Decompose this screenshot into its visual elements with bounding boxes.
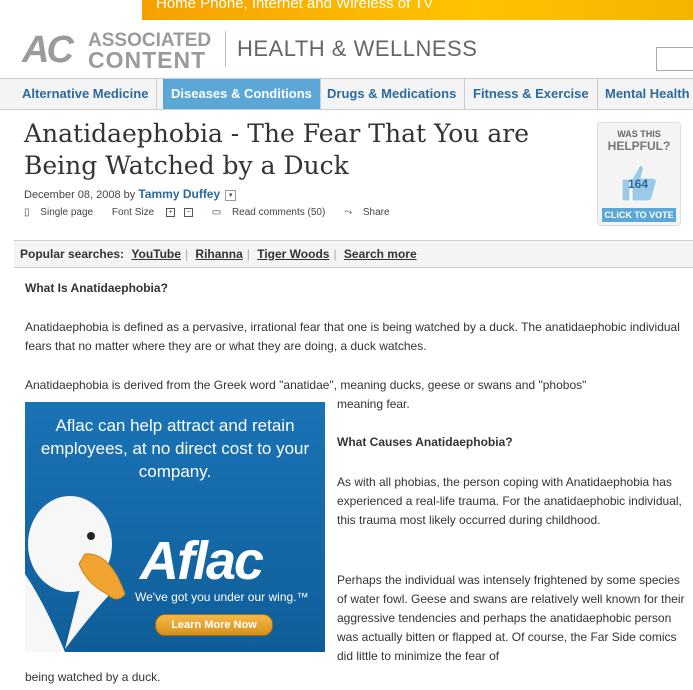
search-input[interactable] <box>656 47 693 71</box>
article-tools: ▯ Single page Font Size + − ▭ Read commen… <box>24 207 406 218</box>
section-heading-what-is: What Is Anatidaephobia? <box>25 281 168 295</box>
aflac-logo: Aflac <box>140 531 264 591</box>
top-banner-ad[interactable]: Home Phone, Internet and Wireless of TV <box>0 0 693 20</box>
font-size-label: Font Size <box>111 207 155 218</box>
paragraph-waterfowl-end: being watched by a duck. <box>25 670 161 684</box>
section-heading-causes: What Causes Anatidaephobia? <box>337 435 513 449</box>
nav-alternative-medicine[interactable]: Alternative Medicine <box>14 79 158 109</box>
separator: | <box>333 247 337 261</box>
read-comments-label: Read comments (50) <box>231 207 326 218</box>
popular-link-tiger-woods[interactable]: Tiger Woods <box>257 247 329 261</box>
nav-drugs-medications[interactable]: Drugs & Medications <box>319 79 466 109</box>
font-decrease-icon[interactable]: − <box>183 207 193 217</box>
header-divider <box>225 31 226 67</box>
font-size-control: Font Size + − <box>112 207 201 218</box>
separator: | <box>246 247 250 261</box>
vote-question-line1: WAS THIS <box>617 129 661 139</box>
article-date: December 08, 2008 by <box>24 189 136 201</box>
duck-illustration <box>25 496 126 652</box>
popular-link-youtube[interactable]: YouTube <box>131 247 181 261</box>
popular-searches-bar: Popular searches: YouTube | Rihanna | Tige… <box>14 240 693 268</box>
comment-icon: ▭ <box>211 207 222 218</box>
paragraph-etymology: Anatidaephobia is derived from the Greek… <box>25 378 587 392</box>
ad-tagline: We've got you under our wing.™ <box>135 590 309 604</box>
top-ad-text[interactable]: Home Phone, Internet and Wireless of TV <box>156 0 433 12</box>
read-comments-link[interactable]: ▭ Read comments (50) <box>212 207 334 218</box>
click-to-vote-button[interactable]: CLICK TO VOTE <box>602 208 676 222</box>
vote-question-line2: HELPFUL? <box>607 139 671 153</box>
nav-mental-health[interactable]: Mental Health <box>597 79 693 109</box>
category-nav: Alternative Medicine Diseases & Conditio… <box>0 78 693 110</box>
site-header: AC ASSOCIATED CONTENT HEALTH & WELLNESS <box>0 20 693 76</box>
top-ad-strip[interactable]: Home Phone, Internet and Wireless of TV <box>142 0 693 20</box>
author-link[interactable]: Tammy Duffey <box>138 187 220 201</box>
author-dropdown-icon[interactable]: ▾ <box>225 189 237 201</box>
byline: December 08, 2008 by Tammy Duffey ▾ <box>24 187 237 201</box>
associated-content-logo[interactable]: AC ASSOCIATED CONTENT <box>22 29 212 73</box>
ad-headline: Aflac can help attract and retain employ… <box>40 416 310 481</box>
paragraph-waterfowl: Perhaps the individual was intensely fri… <box>337 573 685 663</box>
nav-diseases-conditions[interactable]: Diseases & Conditions <box>163 79 321 109</box>
font-increase-icon[interactable]: + <box>165 207 175 217</box>
logo-line2: CONTENT <box>88 47 207 73</box>
paragraph-causes: As with all phobias, the person coping w… <box>337 475 682 527</box>
share-label: Share <box>362 207 390 218</box>
share-link[interactable]: ⤳ Share <box>344 207 397 218</box>
paragraph-definition: Anatidaephobia is defined as a pervasive… <box>25 320 680 353</box>
popular-link-rihanna[interactable]: Rihanna <box>195 247 242 261</box>
article-title: Anatidaephobia - The Fear That You are B… <box>24 119 530 180</box>
page-icon: ▯ <box>24 207 30 218</box>
search-more-link[interactable]: Search more <box>344 247 417 261</box>
logo-mark: AC <box>22 29 74 71</box>
single-page-link[interactable]: ▯ Single page <box>24 207 101 218</box>
vote-count: 164 <box>628 177 649 191</box>
separator: | <box>184 247 189 261</box>
single-page-label: Single page <box>40 207 94 218</box>
aflac-ad[interactable]: Aflac can help attract and retain employ… <box>25 402 325 652</box>
nav-fitness-exercise[interactable]: Fitness & Exercise <box>465 79 598 109</box>
helpful-vote-widget[interactable]: WAS THIS HELPFUL? 164 CLICK TO VOTE <box>597 122 681 226</box>
learn-more-button[interactable]: Learn More Now <box>155 614 273 636</box>
paragraph-etymology-cont: meaning fear. <box>337 397 410 411</box>
popular-searches-label: Popular searches: <box>20 247 125 261</box>
share-icon: ⤳ <box>344 207 353 218</box>
section-title[interactable]: HEALTH & WELLNESS <box>237 36 477 62</box>
